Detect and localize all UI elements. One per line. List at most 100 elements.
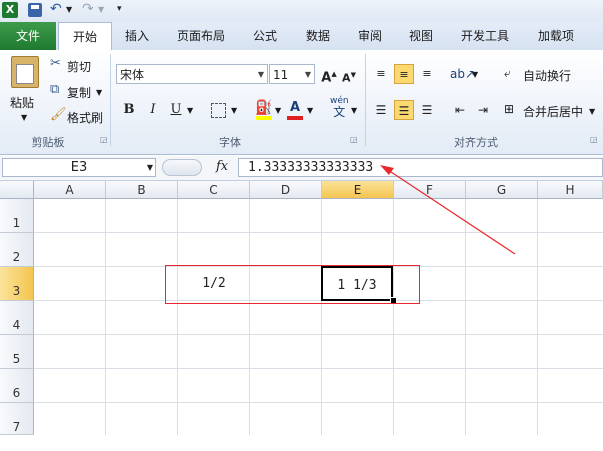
redo-icon[interactable]: ↷	[82, 1, 94, 17]
phonetic-dropdown-icon[interactable]: ▼	[351, 106, 357, 115]
column-header[interactable]: A	[34, 181, 106, 199]
merge-center-icon[interactable]: ⊞	[504, 102, 514, 116]
font-name-combo[interactable]: 宋体 ▼	[116, 64, 268, 84]
customize-toolbar-icon[interactable]: ▾	[117, 4, 122, 14]
tab-insert[interactable]: 插入	[114, 22, 160, 50]
grid-line	[393, 199, 394, 435]
underline-button[interactable]: U	[166, 100, 186, 120]
name-box[interactable]: E3 ▼	[2, 158, 156, 177]
row-header[interactable]: 4	[0, 301, 34, 335]
paste-icon[interactable]	[11, 56, 39, 88]
tab-addins[interactable]: 加载项	[527, 22, 585, 50]
tab-review[interactable]: 审阅	[348, 22, 392, 50]
border-dropdown-icon[interactable]: ▼	[231, 106, 237, 115]
chevron-down-icon[interactable]: ▼	[305, 65, 311, 85]
undo-icon[interactable]: ↶	[50, 1, 62, 17]
tab-file[interactable]: 文件	[0, 22, 56, 50]
wrap-text-icon[interactable]: ⤶	[504, 66, 511, 81]
phonetic-icon[interactable]: wén 文	[330, 96, 349, 118]
copy-icon[interactable]: ⧉	[50, 82, 59, 97]
column-header[interactable]: H	[538, 181, 603, 199]
align-left-icon[interactable]: ☰	[371, 100, 391, 120]
save-icon[interactable]	[28, 3, 42, 17]
cut-icon[interactable]: ✂	[50, 56, 61, 71]
align-right-icon[interactable]: ☰	[417, 100, 437, 120]
fill-color-icon[interactable]: ⛽	[254, 98, 274, 120]
divider	[110, 54, 111, 146]
decrease-indent-icon[interactable]: ⇤	[450, 100, 470, 120]
chevron-down-icon[interactable]: ▼	[258, 65, 264, 85]
font-color-icon[interactable]: A	[285, 98, 305, 120]
insert-function-icon[interactable]: fx	[216, 159, 228, 174]
orientation-icon[interactable]: ab↗	[450, 64, 475, 84]
font-color-dropdown-icon[interactable]: ▼	[307, 106, 313, 115]
row-header[interactable]: 7	[0, 403, 34, 435]
formula-input[interactable]: 1.33333333333333	[238, 158, 603, 177]
align-center-icon[interactable]: ☰	[394, 100, 414, 120]
paste-button[interactable]: 粘贴	[10, 94, 34, 111]
tab-data[interactable]: 数据	[296, 22, 340, 50]
tab-formulas[interactable]: 公式	[243, 22, 287, 50]
select-all-corner[interactable]	[0, 181, 34, 199]
ribbon-home: 粘贴 ▼ ✂ 剪切 ⧉ 复制 ▼ 🖌 格式刷 剪贴板 ◲ 宋体 ▼ 11 ▼ A…	[0, 50, 603, 155]
orientation-dropdown-icon[interactable]: ▼	[472, 70, 478, 79]
row-header[interactable]: 1	[0, 199, 34, 233]
merge-dropdown-icon[interactable]: ▼	[589, 107, 595, 116]
font-launcher-icon[interactable]: ◲	[350, 135, 358, 144]
grid-line	[105, 199, 106, 435]
border-icon[interactable]	[208, 100, 228, 120]
underline-dropdown-icon[interactable]: ▼	[187, 106, 193, 115]
clipboard-launcher-icon[interactable]: ◲	[100, 135, 108, 144]
font-size-value: 11	[273, 68, 289, 82]
column-header[interactable]: E	[322, 181, 394, 199]
grow-font-icon[interactable]: A▲	[319, 64, 339, 85]
tab-view[interactable]: 视图	[399, 22, 443, 50]
column-header[interactable]: G	[466, 181, 538, 199]
align-top-icon[interactable]: ≡	[371, 64, 391, 84]
quick-access-toolbar: X ↶ ▼ ↷ ▼ ▾	[0, 0, 603, 22]
row-header[interactable]: 5	[0, 335, 34, 369]
column-header[interactable]: D	[250, 181, 322, 199]
wrap-text-button[interactable]: 自动换行	[523, 67, 571, 84]
highlight-box	[165, 265, 420, 304]
format-painter-icon[interactable]: 🖌	[50, 107, 67, 122]
increase-indent-icon[interactable]: ⇥	[473, 100, 493, 120]
excel-app-icon: X	[2, 2, 18, 18]
chevron-down-icon[interactable]: ▼	[147, 159, 153, 176]
phonetic-char: 文	[333, 105, 346, 119]
column-header[interactable]: F	[394, 181, 466, 199]
grid-line	[34, 334, 603, 335]
row-header[interactable]: 3	[0, 267, 34, 301]
cut-button[interactable]: 剪切	[67, 58, 91, 75]
align-middle-icon[interactable]: ≡	[394, 64, 414, 84]
column-header[interactable]: B	[106, 181, 178, 199]
italic-button[interactable]: I	[143, 100, 163, 120]
font-name-value: 宋体	[120, 68, 145, 82]
shrink-font-icon[interactable]: A▼	[339, 65, 359, 85]
copy-button[interactable]: 复制	[67, 84, 91, 101]
align-bottom-icon[interactable]: ≡	[417, 64, 437, 84]
column-header[interactable]: C	[178, 181, 250, 199]
grid-line	[34, 368, 603, 369]
row-header[interactable]: 2	[0, 233, 34, 267]
alignment-launcher-icon[interactable]: ◲	[590, 135, 598, 144]
fill-color-dropdown-icon[interactable]: ▼	[275, 106, 281, 115]
divider	[365, 54, 366, 146]
paste-dropdown-icon[interactable]: ▼	[21, 113, 27, 122]
tab-home[interactable]: 开始	[58, 22, 112, 52]
grid-line	[34, 232, 603, 233]
tab-developer[interactable]: 开发工具	[452, 22, 518, 50]
group-label-clipboard: 剪贴板	[31, 136, 65, 149]
tab-page-layout[interactable]: 页面布局	[168, 22, 234, 50]
font-size-combo[interactable]: 11 ▼	[269, 64, 315, 84]
worksheet-grid[interactable]: A B C D E F G H 1 2 3 4 5 6 7 1/2 1 1/3	[0, 181, 603, 435]
format-painter-button[interactable]: 格式刷	[67, 109, 103, 126]
row-header[interactable]: 6	[0, 369, 34, 403]
undo-dropdown-icon[interactable]: ▼	[66, 5, 72, 14]
copy-dropdown-icon[interactable]: ▼	[96, 88, 102, 97]
merge-center-button[interactable]: 合并后居中	[523, 103, 583, 120]
redo-dropdown-icon[interactable]: ▼	[98, 5, 104, 14]
formula-bar-splitter[interactable]	[162, 159, 202, 176]
ribbon-tabs: 文件 开始 插入 页面布局 公式 数据 审阅 视图 开发工具 加载项	[0, 22, 603, 52]
bold-button[interactable]: B	[119, 100, 139, 120]
